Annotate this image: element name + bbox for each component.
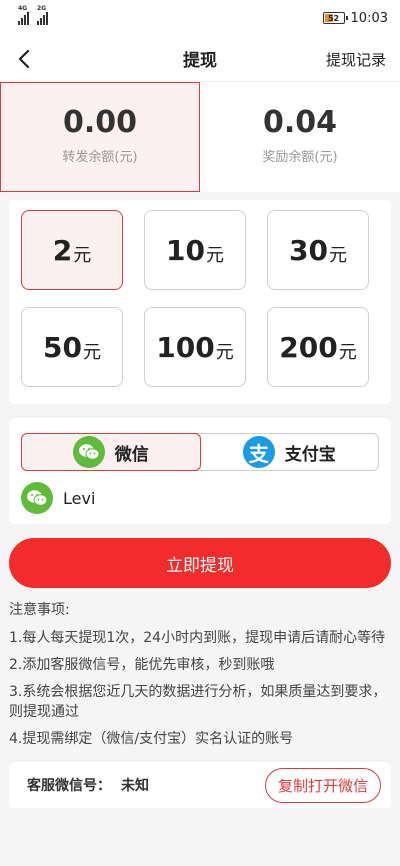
- account-name: Levi: [63, 488, 96, 508]
- payment-tab-label: 支付宝: [284, 444, 336, 465]
- amount-unit: 元: [82, 342, 101, 363]
- amount-options: 2元 10 元 30 元 50 元 100 元 200 元: [9, 200, 391, 404]
- alipay-icon: 支: [242, 436, 275, 468]
- signal-4g-icon: 4G: [18, 5, 29, 25]
- network-type-label: 2G: [37, 5, 47, 12]
- nav-bar: 提现 提现记录: [0, 36, 400, 82]
- payment-method-card: 微信 支 支付宝 Levi: [9, 418, 391, 524]
- balance-value: 0.00: [62, 105, 138, 140]
- bound-account: Levi: [21, 482, 95, 514]
- note-item: 1.每人每天提现1次，24小时内到账，提现申请后请耐心等待: [9, 630, 386, 646]
- service-label: 客服微信号：: [27, 778, 111, 794]
- amount-option-2[interactable]: 2元: [21, 210, 123, 290]
- clock: 10:03: [350, 10, 388, 26]
- payment-method-tabs: 微信 支 支付宝: [21, 433, 379, 471]
- withdraw-now-button[interactable]: 立即提现: [9, 538, 391, 588]
- amount-unit: 元: [328, 245, 347, 266]
- payment-tab-alipay[interactable]: 支 支付宝: [201, 434, 379, 470]
- status-bar: 4G 2G 52 10:03: [0, 0, 400, 36]
- note-item: 3.系统会根据您近几天的数据进行分析，如果质量达到要求，则提现通过: [9, 684, 387, 720]
- amount-option-10[interactable]: 10 元: [144, 210, 246, 290]
- wechat-icon: [72, 436, 105, 468]
- battery-icon: 52: [322, 12, 348, 24]
- amount-option-200[interactable]: 200 元: [267, 307, 369, 387]
- page-title: 提现: [183, 51, 217, 71]
- payment-tab-wechat[interactable]: 微信: [21, 433, 201, 471]
- battery-level: 52: [327, 13, 340, 23]
- amount-unit: 元: [73, 245, 92, 266]
- amount-value: 100: [156, 330, 215, 364]
- forward-balance-tab[interactable]: 0.00 转发余额(元): [0, 82, 200, 192]
- amount-value: 2: [52, 233, 73, 267]
- balance-value: 0.04: [262, 105, 338, 140]
- balance-label: 转发余额(元): [62, 150, 138, 165]
- balance-tabs: 0.00 转发余额(元) 0.04 奖励余额(元): [0, 82, 400, 192]
- amount-value: 10: [166, 233, 205, 267]
- notes-title: 注意事项:: [9, 602, 70, 618]
- amount-option-30[interactable]: 30 元: [267, 210, 369, 290]
- network-type-label: 4G: [18, 5, 28, 12]
- amount-value: 50: [43, 330, 82, 364]
- service-wechat-info: 客服微信号： 未知: [27, 775, 149, 795]
- balance-label: 奖励余额(元): [262, 150, 338, 165]
- wechat-icon: [21, 482, 53, 514]
- withdraw-history-link[interactable]: 提现记录: [326, 49, 386, 70]
- payment-tab-label: 微信: [114, 444, 149, 465]
- reward-balance-tab[interactable]: 0.04 奖励余额(元): [200, 82, 400, 192]
- service-value: 未知: [121, 778, 149, 794]
- signal-indicators: 4G 2G: [18, 5, 48, 25]
- amount-option-100[interactable]: 100 元: [144, 307, 246, 387]
- amount-value: 200: [279, 330, 338, 364]
- amount-option-50[interactable]: 50 元: [21, 307, 123, 387]
- copy-open-wechat-button[interactable]: 复制打开微信: [264, 767, 381, 803]
- notes-section: 注意事项: 1.每人每天提现1次，24小时内到账，提现申请后请耐心等待 2.添加…: [9, 600, 393, 756]
- customer-service-bar: 客服微信号： 未知 复制打开微信: [9, 762, 391, 808]
- note-item: 2.添加客服微信号，能优先审核，秒到账哦: [9, 657, 275, 673]
- note-item: 4.提现需绑定（微信/支付宝）实名认证的账号: [9, 731, 294, 747]
- amount-unit: 元: [338, 342, 357, 363]
- status-right: 52 10:03: [322, 10, 388, 26]
- amount-unit: 元: [205, 245, 224, 266]
- amount-value: 30: [289, 233, 328, 267]
- chevron-left-icon[interactable]: [14, 48, 36, 70]
- amount-unit: 元: [215, 342, 234, 363]
- signal-2g-icon: 2G: [37, 5, 48, 25]
